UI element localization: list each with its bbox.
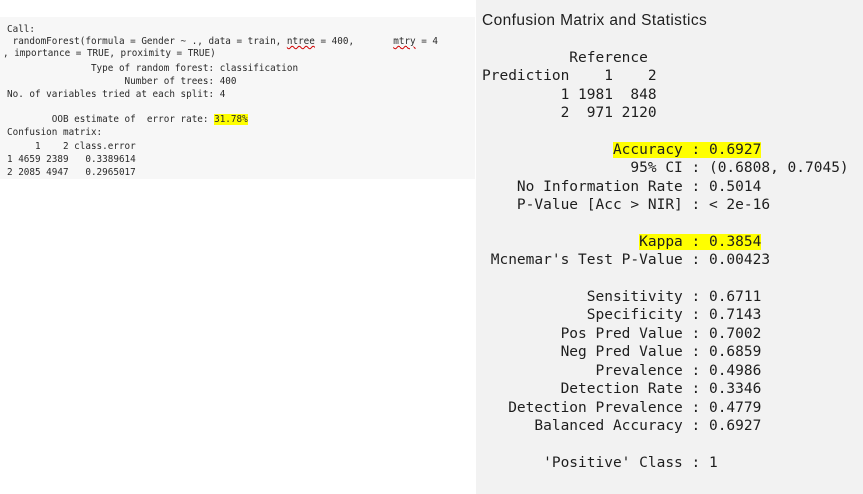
rf-confusion-matrix-label: Confusion matrix: (7, 127, 103, 138)
oob-error-value: 31.78% (214, 114, 248, 125)
call-line-1: randomForest(formula = Gender ~ ., data … (7, 36, 438, 48)
accuracy-value: Accuracy : 0.6927 (612, 142, 762, 158)
call-label: Call: (7, 24, 35, 35)
oob-error-line: OOB estimate of error rate: 31.78% (7, 114, 248, 126)
balanced-accuracy-line: Balanced Accuracy : 0.6927 (482, 418, 762, 434)
no-information-rate-line: No Information Rate : 0.5014 (482, 179, 762, 195)
random-forest-output-panel: Call: randomForest(formula = Gender ~ .,… (0, 17, 475, 179)
statistics-title: Confusion Matrix and Statistics (482, 12, 708, 29)
pos-pred-value-line: Pos Pred Value : 0.7002 (482, 326, 762, 342)
confusion-matrix-statistics-panel: Confusion Matrix and Statistics Referenc… (476, 0, 863, 494)
detection-rate-line: Detection Rate : 0.3346 (482, 381, 762, 397)
p-value-line: P-Value [Acc > NIR] : < 2e-16 (482, 197, 771, 213)
kappa-line: Kappa : 0.3854 (482, 233, 762, 251)
confidence-interval-line: 95% CI : (0.6808, 0.7045) (482, 160, 849, 176)
rf-confusion-matrix-row: 1 4659 2389 0.3389614 (7, 154, 136, 165)
sensitivity-line: Sensitivity : 0.6711 (482, 289, 762, 305)
kappa-indent (482, 234, 639, 250)
call-line-2: , importance = TRUE, proximity = TRUE) (3, 48, 216, 59)
matrix-row: 2 971 2120 (482, 105, 657, 121)
mtry-word: mtry (393, 36, 416, 47)
number-of-trees-line: Number of trees: 400 (7, 76, 237, 87)
positive-class-line: 'Positive' Class : 1 (482, 455, 718, 471)
detection-prevalence-line: Detection Prevalence : 0.4779 (482, 400, 762, 416)
accuracy-line: Accuracy : 0.6927 (482, 141, 762, 159)
matrix-row: 1 1981 848 (482, 87, 657, 103)
ntree-word: ntree (286, 36, 315, 47)
neg-pred-value-line: Neg Pred Value : 0.6859 (482, 344, 762, 360)
call-line-1-part-a: randomForest(formula = Gender ~ ., data … (7, 36, 287, 47)
accuracy-indent (482, 142, 613, 158)
call-line-1-part-c: = 4 (415, 36, 439, 47)
call-line-1-part-b: = 400, (314, 36, 394, 47)
prevalence-line: Prevalence : 0.4986 (482, 363, 762, 379)
specificity-line: Specificity : 0.7143 (482, 307, 762, 323)
mcnemar-line: Mcnemar's Test P-Value : 0.00423 (482, 252, 771, 268)
prediction-header: Prediction 1 2 (482, 68, 657, 84)
rf-confusion-matrix-header: 1 2 class.error (7, 141, 136, 152)
rf-confusion-matrix-row: 2 2085 4947 0.2965017 (7, 167, 136, 178)
reference-label: Reference (482, 50, 648, 66)
oob-error-label: OOB estimate of error rate: (7, 114, 215, 125)
forest-type-line: Type of random forest: classification (7, 63, 299, 74)
variables-per-split-line: No. of variables tried at each split: 4 (7, 89, 226, 100)
kappa-value: Kappa : 0.3854 (639, 234, 762, 250)
